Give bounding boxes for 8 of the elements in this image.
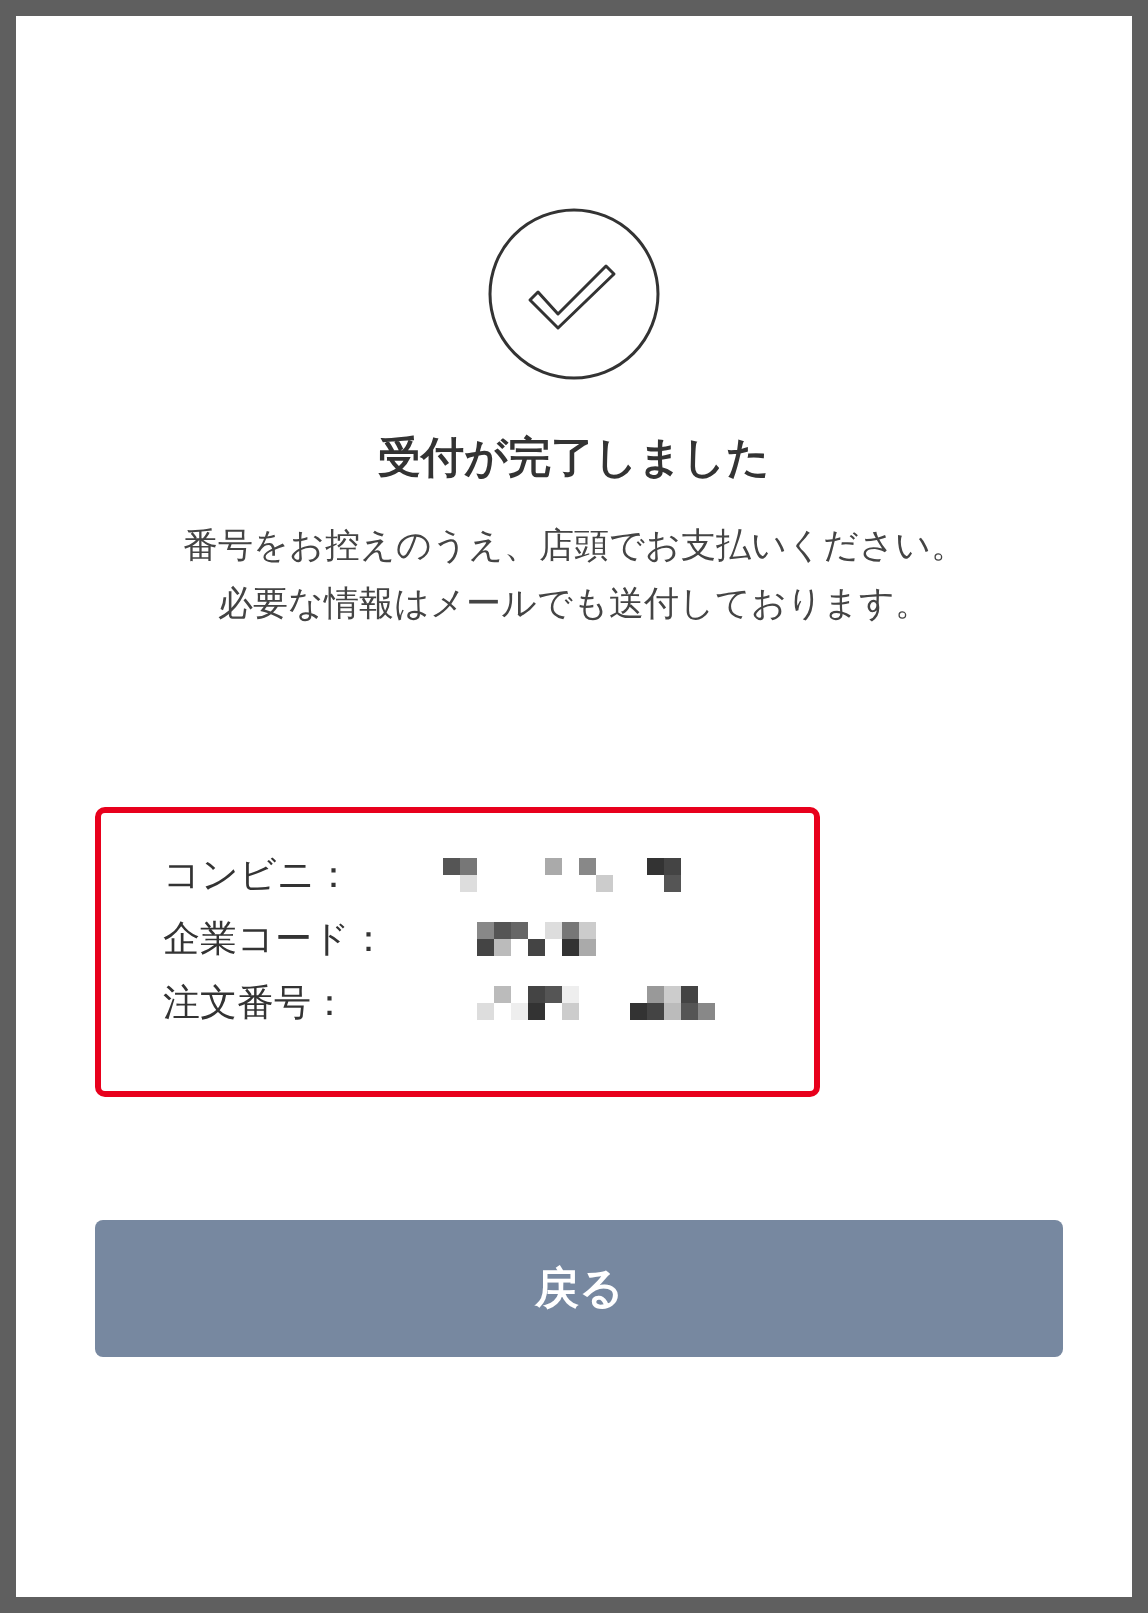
checkmark-circle-icon — [488, 208, 660, 380]
info-label: 企業コード： — [163, 916, 388, 962]
completion-title: 受付が完了しました — [378, 431, 770, 484]
info-label: コンビニ： — [163, 852, 353, 898]
info-label: 注文番号： — [163, 980, 349, 1026]
back-button[interactable]: 戻る — [95, 1220, 1063, 1357]
instruction-text: 番号をお控えのうえ、店頭でお支払いください。 — [182, 524, 966, 567]
instruction-text: 必要な情報はメールでも送付しております。 — [217, 582, 931, 625]
